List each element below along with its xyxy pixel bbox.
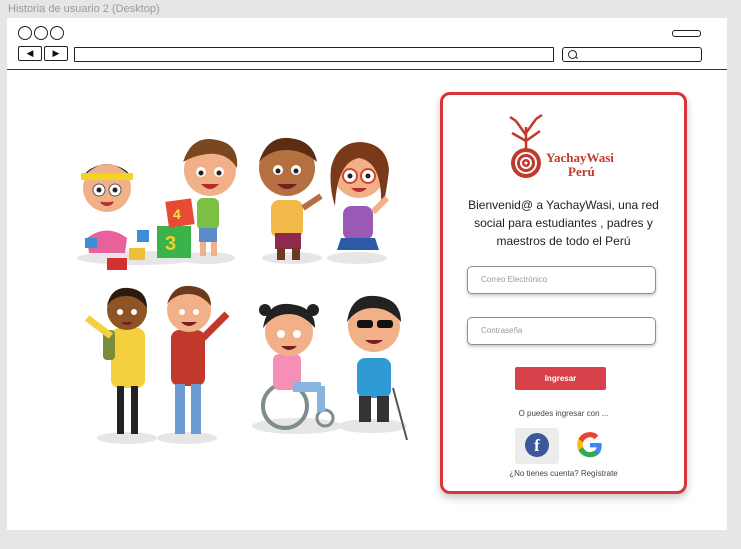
svg-text:3: 3 — [165, 233, 176, 255]
url-bar[interactable] — [74, 47, 554, 62]
password-field[interactable]: Contraseña — [467, 317, 656, 345]
wireframe-title: Historia de usuario 2 (Desktop) — [8, 3, 160, 15]
google-icon[interactable] — [576, 431, 604, 459]
close-window-button[interactable] — [18, 26, 32, 40]
navigation-buttons: ◀ ▶ — [18, 46, 68, 61]
brand-country: Perú — [568, 164, 595, 179]
facebook-login-button[interactable]: f — [515, 428, 559, 464]
back-arrow-icon[interactable]: ◀ — [18, 46, 42, 61]
toolbar-divider — [7, 69, 727, 70]
browser-window: ◀ ▶ 3 4 YachayWasi Perú Bienvenid@ a Yac… — [7, 18, 727, 530]
child-with-cane — [347, 295, 408, 441]
child-in-wheelchair — [259, 303, 335, 430]
alternative-login-text: O puedes ingresar con ... — [518, 409, 609, 418]
child-green-shirt — [183, 138, 238, 256]
child-yellow-jacket — [84, 287, 147, 434]
signup-link[interactable]: ¿No tienes cuenta? Regístrate — [443, 469, 684, 478]
facebook-icon: f — [525, 433, 549, 457]
brand-name: YachayWasi — [546, 150, 614, 165]
children-illustration: 3 4 — [77, 137, 408, 444]
svg-text:4: 4 — [173, 206, 181, 222]
menu-icon[interactable] — [672, 30, 701, 37]
window-controls — [18, 26, 64, 40]
password-placeholder: Contraseña — [481, 326, 523, 335]
search-icon — [568, 50, 577, 59]
login-button[interactable]: Ingresar — [515, 367, 606, 390]
welcome-text: Bienvenid@ a YachayWasi, una red social … — [468, 198, 659, 248]
minimize-window-button[interactable] — [34, 26, 48, 40]
brand-logo-icon: YachayWasi Perú — [509, 113, 614, 179]
email-field[interactable]: Correo Electrónico — [467, 266, 656, 294]
email-placeholder: Correo Electrónico — [481, 275, 548, 284]
forward-arrow-icon[interactable]: ▶ — [44, 46, 68, 61]
child-waving-backpack — [259, 137, 323, 260]
child-red-hoodie — [167, 285, 230, 434]
child-with-glasses — [330, 142, 390, 250]
maximize-window-button[interactable] — [50, 26, 64, 40]
login-card: YachayWasi Perú Bienvenid@ a YachayWasi,… — [440, 92, 687, 494]
browser-search-bar[interactable] — [562, 47, 702, 62]
